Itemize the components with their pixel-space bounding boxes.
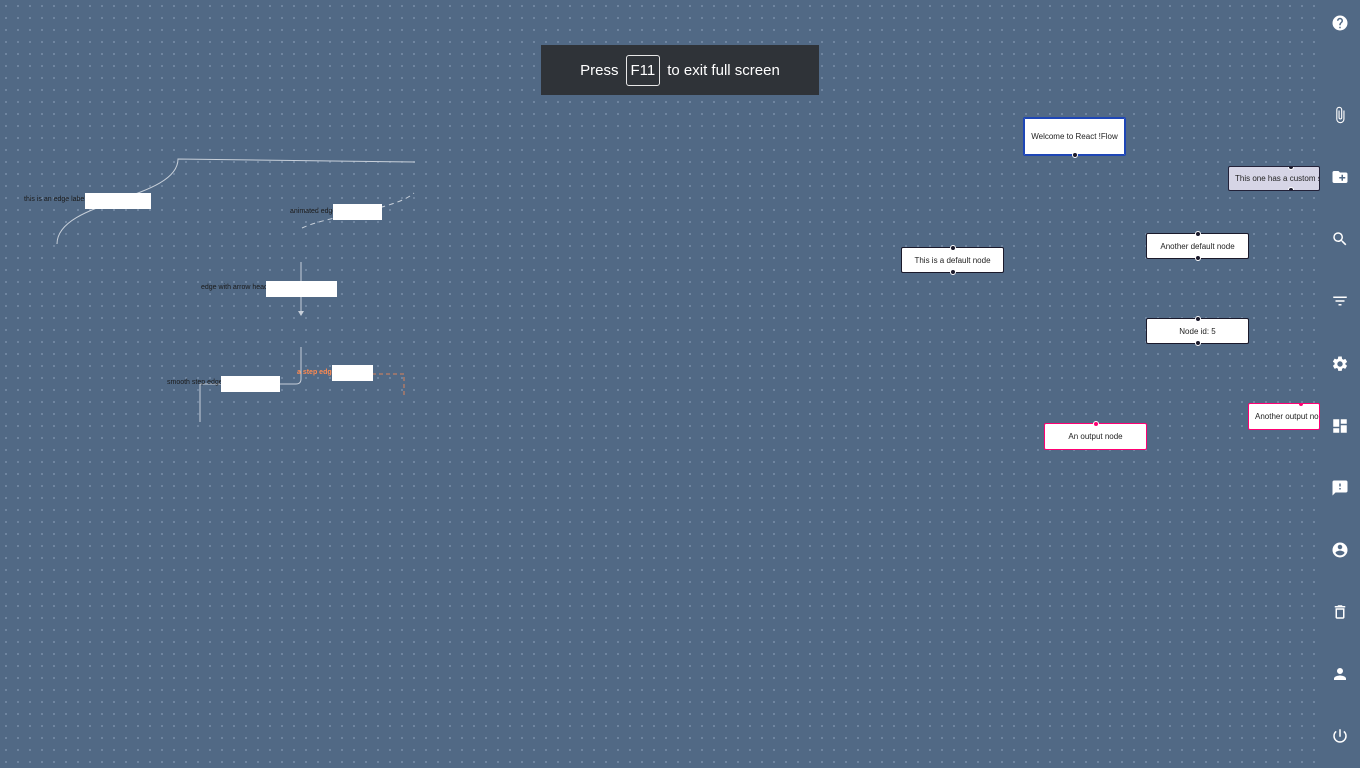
source-handle[interactable] <box>1194 340 1201 346</box>
node-label: An output node <box>1068 432 1123 441</box>
account-circle-icon[interactable] <box>1330 540 1350 560</box>
attach-icon[interactable] <box>1330 105 1350 125</box>
target-handle[interactable] <box>1194 316 1201 322</box>
power-icon[interactable] <box>1330 726 1350 746</box>
edge-arrow-head-marker <box>298 311 304 316</box>
arrow-head-edge-label: edge with arrow head <box>201 284 268 291</box>
filter-icon[interactable] <box>1330 291 1350 311</box>
node-another-output[interactable]: Another output node <box>1248 403 1320 430</box>
delete-icon[interactable] <box>1330 602 1350 622</box>
search-icon[interactable] <box>1330 229 1350 249</box>
edge-label-text: this is an edge label <box>24 196 86 203</box>
target-handle[interactable] <box>1092 421 1099 427</box>
source-handle[interactable] <box>949 269 956 275</box>
step-edge-label: a step edge <box>297 369 336 376</box>
animated-edge-label-background[interactable] <box>333 204 382 220</box>
smooth-step-edge-label-background[interactable] <box>221 376 280 392</box>
banner-suffix: to exit full screen <box>667 61 780 79</box>
source-handle[interactable] <box>1071 152 1078 158</box>
node-label: Another output node <box>1255 412 1319 421</box>
smooth-step-edge-label: smooth step edge <box>167 379 223 386</box>
node-another-default[interactable]: Another default node <box>1146 231 1249 261</box>
arrow-head-edge-label-background[interactable] <box>266 281 337 297</box>
feedback-icon[interactable] <box>1330 478 1350 498</box>
banner-prefix: Press <box>580 61 619 79</box>
node-label: Node id: 5 <box>1179 326 1216 336</box>
node-label: Welcome to React !Flow <box>1031 132 1118 141</box>
animated-edge-label: animated edge <box>290 208 337 215</box>
source-handle[interactable] <box>1194 255 1201 261</box>
dashboard-icon[interactable] <box>1330 416 1350 436</box>
edge-label-background[interactable] <box>85 193 151 209</box>
node-custom-style[interactable]: This one has a custom style <box>1228 166 1320 191</box>
target-handle[interactable] <box>1288 167 1294 170</box>
help-icon[interactable] <box>1330 13 1350 33</box>
fullscreen-banner: Press F11 to exit full screen <box>541 45 819 95</box>
folder-add-icon[interactable] <box>1330 167 1350 187</box>
f11-key: F11 <box>625 54 661 86</box>
settings-icon[interactable] <box>1330 354 1350 374</box>
flow-canvas[interactable]: this is an edge label animated edge edge… <box>0 0 1360 768</box>
source-handle[interactable] <box>1288 187 1294 190</box>
node-5[interactable]: Node id: 5 <box>1146 316 1249 346</box>
node-output[interactable]: An output node <box>1044 421 1147 450</box>
node-label: Another default node <box>1160 241 1235 251</box>
person-icon[interactable] <box>1330 664 1350 684</box>
edge-step[interactable] <box>372 373 405 398</box>
target-handle[interactable] <box>1194 231 1201 237</box>
node-default[interactable]: This is a default node <box>901 245 1004 275</box>
node-welcome[interactable]: Welcome to React !Flow <box>1023 117 1126 158</box>
step-edge-label-background[interactable] <box>332 365 373 381</box>
target-handle[interactable] <box>1298 404 1304 407</box>
node-label: This one has a custom style <box>1235 174 1319 183</box>
target-handle[interactable] <box>949 245 956 251</box>
right-toolbar <box>1320 0 1360 768</box>
node-label: This is a default node <box>914 255 991 265</box>
